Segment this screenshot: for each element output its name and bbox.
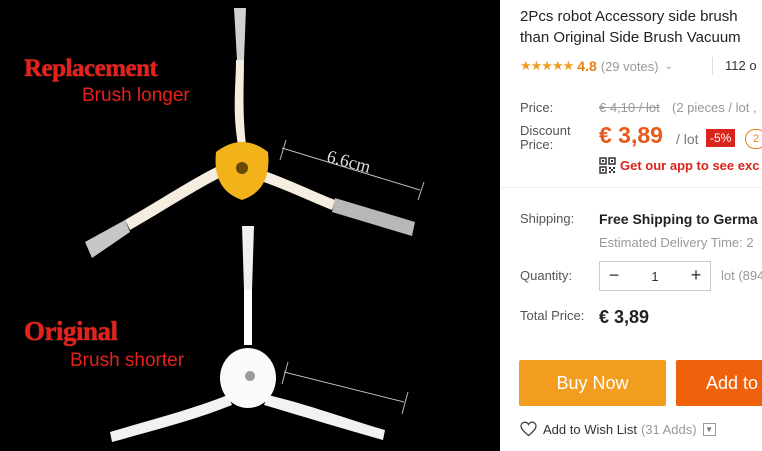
product-image[interactable]: Replacement Brush longer 6.6cm Original …	[0, 0, 500, 451]
orders-count: 112 o	[725, 58, 757, 73]
replacement-subtitle: Brush longer	[82, 85, 190, 106]
per-lot-unit: / lot	[676, 131, 699, 147]
replacement-brush	[85, 8, 415, 258]
add-to-cart-button[interactable]: Add to	[676, 360, 762, 406]
product-title-line2: than Original Side Brush Vacuum	[520, 29, 741, 46]
divider	[712, 57, 713, 75]
app-promo-link[interactable]: Get our app to see exc	[620, 158, 759, 173]
shipping-label: Shipping:	[520, 211, 575, 226]
estimated-delivery: Estimated Delivery Time: 2	[599, 235, 754, 250]
product-title-line1: 2Pcs robot Accessory side brush	[520, 8, 738, 25]
original-title: Original	[24, 316, 118, 346]
qr-code-icon[interactable]	[599, 157, 616, 174]
lots-available: lot (894	[721, 268, 762, 283]
discount-price: € 3,89	[599, 122, 663, 148]
rating-value: 4.8	[577, 58, 597, 74]
quantity-input[interactable]	[630, 265, 680, 287]
heart-icon[interactable]	[520, 421, 537, 437]
discount-price-label: Discount Price:	[520, 123, 571, 152]
add-to-wishlist[interactable]: Add to Wish List (31 Adds) ▼	[520, 420, 716, 438]
quantity-label: Quantity:	[520, 268, 573, 283]
price-label: Price:	[520, 100, 554, 115]
total-price: € 3,89	[599, 307, 650, 327]
original-price: € 4,10 / lot	[599, 100, 660, 115]
discount-badge: -5%	[706, 129, 736, 147]
original-brush	[110, 226, 385, 442]
product-info-panel: 2Pcs robot Accessory side brush than Ori…	[500, 0, 762, 451]
original-subtitle: Brush shorter	[70, 350, 185, 371]
votes-count[interactable]: (29 votes)	[601, 59, 659, 74]
quantity-increase-button[interactable]: +	[682, 262, 710, 290]
wishlist-count: (31 Adds)	[640, 421, 697, 437]
shipping-value[interactable]: Free Shipping to Germa	[599, 211, 758, 227]
total-price-label: Total Price:	[520, 308, 585, 323]
chevron-down-icon[interactable]: ⌄	[665, 61, 673, 72]
replacement-title: Replacement	[24, 55, 158, 82]
star-rating-icon: ★★★★★	[520, 58, 574, 73]
quantity-decrease-button[interactable]: −	[600, 262, 628, 290]
buy-now-button[interactable]: Buy Now	[519, 360, 666, 406]
quantity-stepper: − +	[599, 261, 711, 291]
rating-row[interactable]: ★★★★★ 4.8 (29 votes) ⌄	[520, 56, 673, 76]
section-divider	[500, 187, 762, 188]
coupon-badge[interactable]: 2	[745, 129, 762, 149]
pieces-per-lot: (2 pieces / lot ,	[672, 100, 757, 115]
wishlist-label[interactable]: Add to Wish List	[543, 422, 637, 437]
chevron-down-icon[interactable]: ▼	[702, 422, 716, 436]
